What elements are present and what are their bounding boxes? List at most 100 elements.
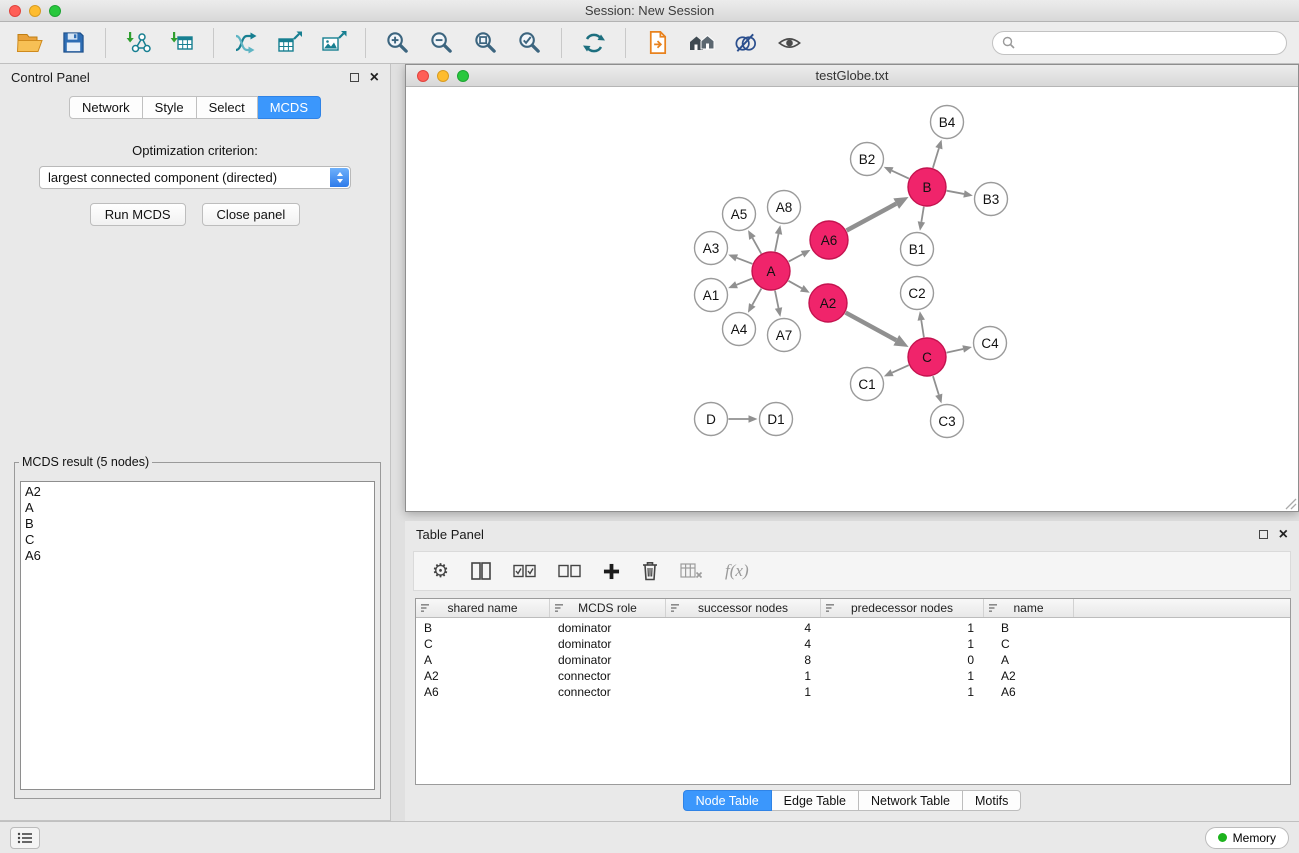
tab-network-table[interactable]: Network Table <box>859 790 963 811</box>
mcds-result-item[interactable]: B <box>25 516 370 532</box>
table-panel-float-icon[interactable] <box>1259 530 1268 539</box>
network-node-C4[interactable]: C4 <box>974 327 1007 360</box>
memory-button[interactable]: Memory <box>1205 827 1289 849</box>
add-row-icon[interactable] <box>603 563 620 580</box>
optimization-criterion-dropdown[interactable]: largest connected component (directed) <box>39 166 351 189</box>
column-header-MCDS-role[interactable]: MCDS role <box>550 599 666 617</box>
network-node-D1[interactable]: D1 <box>760 403 793 436</box>
network-edge-B-B2[interactable] <box>892 171 909 179</box>
import-table-from-file-icon[interactable] <box>164 26 199 60</box>
mcds-result-item[interactable]: A <box>25 500 370 516</box>
network-node-C1[interactable]: C1 <box>851 368 884 401</box>
network-node-C3[interactable]: C3 <box>931 405 964 438</box>
mcds-result-item[interactable]: A2 <box>25 484 370 500</box>
table-row[interactable]: A2connector11A2 <box>416 668 1290 684</box>
network-edge-C-C4[interactable] <box>947 349 964 353</box>
search-input[interactable] <box>1020 36 1277 50</box>
network-edge-A-A2[interactable] <box>788 281 801 289</box>
resize-corner-icon[interactable] <box>1285 498 1297 510</box>
network-node-B1[interactable]: B1 <box>901 233 934 266</box>
select-all-check-icon[interactable] <box>513 564 536 578</box>
network-edge-C-C3[interactable] <box>933 376 939 395</box>
table-panel-close-icon[interactable]: × <box>1279 530 1288 540</box>
table-row[interactable]: Cdominator41C <box>416 636 1290 652</box>
tab-mcds[interactable]: MCDS <box>258 96 321 119</box>
network-edge-A6-B[interactable] <box>847 204 897 231</box>
zoom-fit-content-icon[interactable] <box>468 26 503 60</box>
network-edge-A-A4[interactable] <box>752 289 761 305</box>
export-image-icon[interactable] <box>316 26 351 60</box>
zoom-selected-icon[interactable] <box>512 26 547 60</box>
delete-table-icon[interactable] <box>680 563 703 579</box>
show-columns-icon[interactable] <box>471 562 491 580</box>
network-node-B4[interactable]: B4 <box>931 106 964 139</box>
zoom-in-icon[interactable] <box>380 26 415 60</box>
table-row[interactable]: A6connector11A6 <box>416 684 1290 700</box>
search-box[interactable] <box>992 31 1287 55</box>
table-row[interactable]: Bdominator41B <box>416 620 1290 636</box>
network-node-A4[interactable]: A4 <box>723 313 756 346</box>
column-header-successor-nodes[interactable]: successor nodes <box>666 599 821 617</box>
network-node-D[interactable]: D <box>695 403 728 436</box>
network-node-A7[interactable]: A7 <box>768 319 801 352</box>
network-edge-A-A1[interactable] <box>737 278 753 284</box>
tab-motifs[interactable]: Motifs <box>963 790 1021 811</box>
zoom-out-icon[interactable] <box>424 26 459 60</box>
network-node-A[interactable]: A <box>752 252 790 290</box>
network-node-B[interactable]: B <box>908 168 946 206</box>
network-edge-A-A3[interactable] <box>737 258 753 264</box>
network-edge-B-B1[interactable] <box>921 207 923 222</box>
network-close-button[interactable] <box>417 70 429 82</box>
close-panel-button[interactable]: Close panel <box>202 203 301 226</box>
tab-edge-table[interactable]: Edge Table <box>772 790 859 811</box>
open-network-document-icon[interactable] <box>640 26 675 60</box>
show-graphics-details-icon[interactable] <box>772 26 807 60</box>
network-node-A1[interactable]: A1 <box>695 279 728 312</box>
network-edge-B-B3[interactable] <box>947 191 964 194</box>
fullscreen-window-button[interactable] <box>49 5 61 17</box>
network-edge-A-A7[interactable] <box>775 291 779 308</box>
network-edge-B-B4[interactable] <box>933 148 939 168</box>
network-overview-icon[interactable] <box>684 26 719 60</box>
export-table-icon[interactable] <box>272 26 307 60</box>
network-edge-C-C2[interactable] <box>921 320 924 337</box>
open-file-icon[interactable] <box>12 26 47 60</box>
function-builder-icon[interactable]: f(x) <box>725 561 749 581</box>
save-session-icon[interactable] <box>56 26 91 60</box>
deselect-all-check-icon[interactable] <box>558 564 581 578</box>
network-edge-C-C1[interactable] <box>892 365 909 373</box>
network-node-A2[interactable]: A2 <box>809 284 847 322</box>
column-header-name[interactable]: name <box>984 599 1074 617</box>
run-mcds-button[interactable]: Run MCDS <box>90 203 186 226</box>
table-row[interactable]: Adominator80A <box>416 652 1290 668</box>
network-node-A6[interactable]: A6 <box>810 221 848 259</box>
network-edge-A-A8[interactable] <box>775 234 779 251</box>
mcds-result-item[interactable]: A6 <box>25 548 370 564</box>
column-header-predecessor-nodes[interactable]: predecessor nodes <box>821 599 984 617</box>
task-history-button[interactable] <box>10 827 40 849</box>
delete-rows-trash-icon[interactable] <box>642 561 658 581</box>
column-header-shared-name[interactable]: shared name <box>416 599 550 617</box>
close-window-button[interactable] <box>9 5 21 17</box>
tab-network[interactable]: Network <box>69 96 143 119</box>
network-edge-A-A6[interactable] <box>789 254 803 261</box>
apply-preferred-layout-icon[interactable] <box>576 26 611 60</box>
mcds-result-item[interactable]: C <box>25 532 370 548</box>
export-network-icon[interactable] <box>228 26 263 60</box>
network-node-A8[interactable]: A8 <box>768 191 801 224</box>
network-node-A5[interactable]: A5 <box>723 198 756 231</box>
annotations-icon[interactable] <box>728 26 763 60</box>
network-node-C[interactable]: C <box>908 338 946 376</box>
network-canvas[interactable]: B4 B2 B B3 A8 A5 A6 A3 B1 A C2 A1 A2 A4 A7 C4 C C1 C3 D D1 <box>406 88 1298 511</box>
network-node-C2[interactable]: C2 <box>901 277 934 310</box>
tab-select[interactable]: Select <box>197 96 258 119</box>
network-edge-A-A5[interactable] <box>752 238 761 254</box>
import-network-from-file-icon[interactable] <box>120 26 155 60</box>
control-panel-float-icon[interactable] <box>350 73 359 82</box>
minimize-window-button[interactable] <box>29 5 41 17</box>
network-node-B3[interactable]: B3 <box>975 183 1008 216</box>
network-node-A3[interactable]: A3 <box>695 232 728 265</box>
network-node-B2[interactable]: B2 <box>851 143 884 176</box>
network-minimize-button[interactable] <box>437 70 449 82</box>
table-settings-gear-icon[interactable]: ⚙ <box>432 562 449 581</box>
